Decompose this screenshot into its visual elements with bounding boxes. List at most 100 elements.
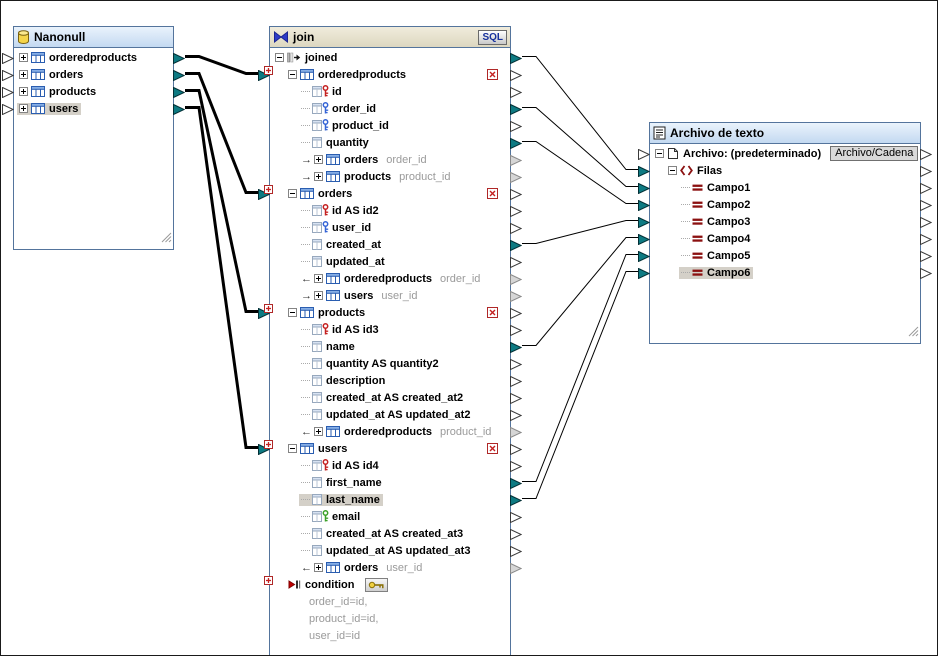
expander-minus-icon[interactable]: [655, 149, 664, 158]
output-connector-j-users[interactable]: [510, 442, 522, 453]
row-j-order_id[interactable]: order_id: [270, 100, 510, 117]
row-j-op-id[interactable]: id: [270, 83, 510, 100]
output-connector-t-archivo[interactable]: [920, 147, 932, 158]
connection-j-name-to-t-campo4[interactable]: [522, 238, 638, 346]
row-j-o-users[interactable]: →usersuser_id: [270, 287, 510, 304]
connection-j-quantity-to-t-campo2[interactable]: [522, 142, 638, 204]
remove-table-button[interactable]: [487, 443, 498, 454]
row-j-condition[interactable]: condition: [270, 576, 510, 593]
output-connector-t-filas[interactable]: [920, 164, 932, 175]
expander-plus-icon[interactable]: [314, 563, 323, 572]
row-j-cond2[interactable]: product_id=id,: [270, 610, 510, 627]
archivo-cadena-button[interactable]: Archivo/Cadena: [830, 146, 918, 161]
output-connector-j-op-products[interactable]: [510, 170, 522, 181]
output-connector-t-campo2[interactable]: [920, 198, 932, 209]
row-j-quantity[interactable]: quantity: [270, 134, 510, 151]
row-t-filas[interactable]: Filas: [650, 162, 920, 179]
output-connector-t-campo1[interactable]: [920, 181, 932, 192]
row-j-id2[interactable]: id AS id2: [270, 202, 510, 219]
duplicate-input-button-j-users[interactable]: [264, 436, 273, 445]
row-t-campo2[interactable]: Campo2: [650, 196, 920, 213]
output-connector-j-joined[interactable]: [510, 51, 522, 62]
output-connector-j-updated_at[interactable]: [510, 255, 522, 266]
row-t-archivo[interactable]: Archivo: (predeterminado)Archivo/Cadena: [650, 145, 920, 162]
row-j-orderedproducts[interactable]: orderedproducts: [270, 66, 510, 83]
row-nn-orderedproducts[interactable]: orderedproducts: [14, 49, 173, 66]
output-connector-j-product_id[interactable]: [510, 119, 522, 130]
row-j-u-orders[interactable]: ←ordersuser_id: [270, 559, 510, 576]
row-j-updated_at[interactable]: updated_at: [270, 253, 510, 270]
connection-j-order_id-to-t-campo1[interactable]: [522, 108, 638, 187]
row-j-user_id[interactable]: user_id: [270, 219, 510, 236]
output-connector-j-orders[interactable]: [510, 187, 522, 198]
connection-j-last_name-to-t-campo6[interactable]: [522, 272, 638, 499]
remove-table-button[interactable]: [487, 307, 498, 318]
row-j-updated_at2[interactable]: updated_at AS updated_at2: [270, 406, 510, 423]
row-j-op-products[interactable]: →productsproduct_id: [270, 168, 510, 185]
output-connector-nn-users[interactable]: [173, 102, 185, 113]
row-j-p-op[interactable]: ←orderedproductsproduct_id: [270, 423, 510, 440]
row-j-created_at[interactable]: created_at: [270, 236, 510, 253]
output-connector-j-email[interactable]: [510, 510, 522, 521]
row-j-quantity2[interactable]: quantity AS quantity2: [270, 355, 510, 372]
output-connector-j-op-orders[interactable]: [510, 153, 522, 164]
output-connector-t-campo4[interactable]: [920, 232, 932, 243]
input-connector-t-filas[interactable]: [638, 164, 650, 175]
output-connector-nn-products[interactable]: [173, 85, 185, 96]
row-j-cond1[interactable]: order_id=id,: [270, 593, 510, 610]
expander-minus-icon[interactable]: [288, 444, 297, 453]
input-connector-nn-users[interactable]: [2, 102, 14, 113]
component-header[interactable]: Archivo de texto: [650, 123, 920, 144]
row-t-campo1[interactable]: Campo1: [650, 179, 920, 196]
component-header[interactable]: joinSQL: [270, 27, 510, 48]
output-connector-j-id2[interactable]: [510, 204, 522, 215]
output-connector-j-o-op[interactable]: [510, 272, 522, 283]
row-j-o-op[interactable]: ←orderedproductsorder_id: [270, 270, 510, 287]
row-t-campo6[interactable]: Campo6: [650, 264, 920, 281]
expander-minus-icon[interactable]: [275, 53, 284, 62]
connection-j-joined-to-t-filas[interactable]: [522, 57, 638, 170]
output-connector-j-last_name[interactable]: [510, 493, 522, 504]
expander-plus-icon[interactable]: [19, 53, 28, 62]
input-connector-nn-orderedproducts[interactable]: [2, 51, 14, 62]
output-connector-j-first_name[interactable]: [510, 476, 522, 487]
row-j-created_at3[interactable]: created_at AS created_at3: [270, 525, 510, 542]
output-connector-t-campo5[interactable]: [920, 249, 932, 260]
output-connector-t-campo6[interactable]: [920, 266, 932, 277]
output-connector-j-products[interactable]: [510, 306, 522, 317]
row-j-product_id[interactable]: product_id: [270, 117, 510, 134]
output-connector-j-p-op[interactable]: [510, 425, 522, 436]
expander-plus-icon[interactable]: [19, 87, 28, 96]
connection-j-first_name-to-t-campo5[interactable]: [522, 255, 638, 482]
output-connector-j-created_at[interactable]: [510, 238, 522, 249]
input-connector-t-campo4[interactable]: [638, 232, 650, 243]
condition-key-button[interactable]: [365, 578, 388, 592]
row-j-name[interactable]: name: [270, 338, 510, 355]
output-connector-j-quantity[interactable]: [510, 136, 522, 147]
row-j-first_name[interactable]: first_name: [270, 474, 510, 491]
row-nn-products[interactable]: products: [14, 83, 173, 100]
sql-button[interactable]: SQL: [478, 30, 507, 45]
output-connector-j-quantity2[interactable]: [510, 357, 522, 368]
row-j-joined[interactable]: joined: [270, 49, 510, 66]
resize-grip-icon[interactable]: [908, 324, 919, 342]
row-j-updated_at3[interactable]: updated_at AS updated_at3: [270, 542, 510, 559]
row-nn-users[interactable]: users: [14, 100, 173, 117]
input-connector-t-campo5[interactable]: [638, 249, 650, 260]
remove-table-button[interactable]: [487, 188, 498, 199]
input-connector-nn-products[interactable]: [2, 85, 14, 96]
output-connector-j-u-orders[interactable]: [510, 561, 522, 572]
output-connector-j-id3[interactable]: [510, 323, 522, 334]
row-j-description[interactable]: description: [270, 372, 510, 389]
input-connector-t-campo3[interactable]: [638, 215, 650, 226]
connection-nn-users-to-j-users[interactable]: [185, 108, 258, 448]
output-connector-j-updated_at2[interactable]: [510, 408, 522, 419]
expander-plus-icon[interactable]: [19, 104, 28, 113]
output-connector-j-op-id[interactable]: [510, 85, 522, 96]
output-connector-j-updated_at3[interactable]: [510, 544, 522, 555]
duplicate-input-button-j-orders[interactable]: [264, 181, 273, 190]
connection-nn-orderedproducts-to-j-orderedproducts[interactable]: [185, 57, 258, 74]
output-connector-j-o-users[interactable]: [510, 289, 522, 300]
row-j-products[interactable]: products: [270, 304, 510, 321]
row-j-op-orders[interactable]: →ordersorder_id: [270, 151, 510, 168]
